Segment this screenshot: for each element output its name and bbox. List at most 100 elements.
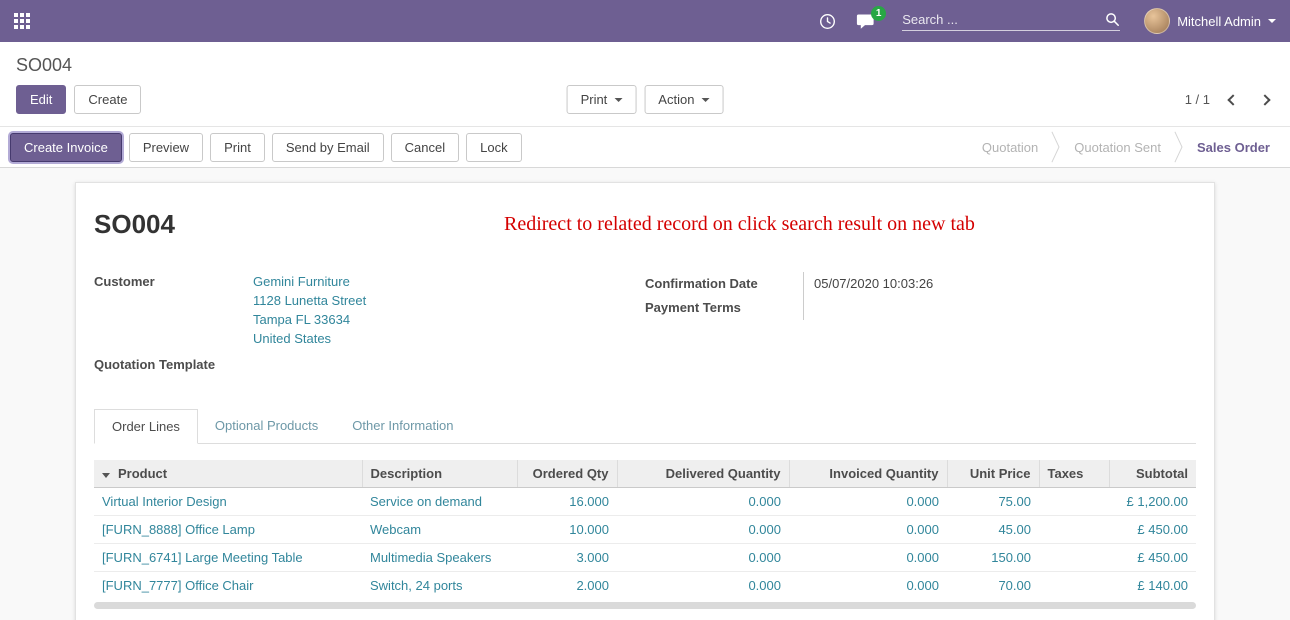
- cancel-button[interactable]: Cancel: [391, 133, 459, 162]
- cell-subtotal: £ 140.00: [1109, 572, 1196, 600]
- order-line-row[interactable]: [FURN_7777] Office Chair Switch, 24 port…: [94, 572, 1196, 600]
- column-header-ordered-qty[interactable]: Ordered Qty: [517, 460, 617, 488]
- center-actions: Print Action: [567, 85, 724, 114]
- customer-address-line: 1128 Lunetta Street: [253, 291, 645, 310]
- stage-separator: [1173, 132, 1185, 162]
- customer-label: Customer: [94, 272, 253, 291]
- action-dropdown[interactable]: Action: [644, 85, 723, 114]
- order-line-row[interactable]: Virtual Interior Design Service on deman…: [94, 488, 1196, 516]
- right-field-group: Confirmation Date Payment Terms 05/07/20…: [645, 272, 1196, 374]
- confirmation-date-label: Confirmation Date: [645, 272, 803, 296]
- order-line-row[interactable]: [FURN_8888] Office Lamp Webcam 10.000 0.…: [94, 516, 1196, 544]
- stage-separator: [1050, 132, 1062, 162]
- cell-taxes: [1039, 572, 1109, 600]
- table-header-row: Product Description Ordered Qty Delivere…: [94, 460, 1196, 488]
- top-navbar: 1 Mitchell Admin: [0, 0, 1290, 42]
- order-lines-table: Product Description Ordered Qty Delivere…: [94, 460, 1196, 599]
- stage-sales-order[interactable]: Sales Order: [1197, 140, 1270, 155]
- search-icon[interactable]: [1105, 12, 1120, 27]
- record-actions: Edit Create: [16, 85, 141, 114]
- preview-button[interactable]: Preview: [129, 133, 203, 162]
- pager: 1 / 1: [1185, 92, 1274, 107]
- record-sheet: SO004 Redirect to related record on clic…: [75, 182, 1215, 620]
- apps-menu-icon[interactable]: [14, 13, 30, 29]
- lock-button[interactable]: Lock: [466, 133, 521, 162]
- column-header-product[interactable]: Product: [94, 460, 362, 488]
- column-header-unit-price[interactable]: Unit Price: [947, 460, 1039, 488]
- cell-subtotal: £ 450.00: [1109, 516, 1196, 544]
- message-count-badge: 1: [871, 6, 886, 21]
- cell-delivered-qty: 0.000: [617, 488, 789, 516]
- cell-delivered-qty: 0.000: [617, 516, 789, 544]
- cell-description: Service on demand: [362, 488, 517, 516]
- field-groups: Customer Gemini Furniture 1128 Lunetta S…: [94, 272, 1196, 374]
- chevron-down-icon: [614, 98, 622, 102]
- cell-ordered-qty: 10.000: [517, 516, 617, 544]
- horizontal-scrollbar[interactable]: [94, 602, 1196, 609]
- create-invoice-button[interactable]: Create Invoice: [10, 133, 122, 162]
- sort-caret-icon: [102, 473, 110, 478]
- user-menu[interactable]: Mitchell Admin: [1144, 8, 1276, 34]
- cell-product: [FURN_7777] Office Chair: [94, 572, 362, 600]
- cell-ordered-qty: 16.000: [517, 488, 617, 516]
- cell-unit-price: 75.00: [947, 488, 1039, 516]
- cell-invoiced-qty: 0.000: [789, 572, 947, 600]
- statusbar: Create Invoice Preview Print Send by Ema…: [0, 126, 1290, 168]
- statusbar-buttons: Create Invoice Preview Print Send by Ema…: [10, 133, 522, 162]
- print-dropdown[interactable]: Print: [567, 85, 637, 114]
- column-header-delivered-quantity[interactable]: Delivered Quantity: [617, 460, 789, 488]
- cell-invoiced-qty: 0.000: [789, 544, 947, 572]
- search-box: [902, 12, 1120, 31]
- chevron-right-icon: [1259, 94, 1270, 105]
- cell-description: Multimedia Speakers: [362, 544, 517, 572]
- activity-clock-icon[interactable]: [819, 13, 836, 30]
- customer-address-line: Tampa FL 33634: [253, 310, 645, 329]
- cell-unit-price: 150.00: [947, 544, 1039, 572]
- cell-unit-price: 70.00: [947, 572, 1039, 600]
- customer-name-link[interactable]: Gemini Furniture: [253, 272, 645, 291]
- order-line-row[interactable]: [FURN_6741] Large Meeting Table Multimed…: [94, 544, 1196, 572]
- avatar: [1144, 8, 1170, 34]
- column-header-taxes[interactable]: Taxes: [1039, 460, 1109, 488]
- column-header-subtotal[interactable]: Subtotal: [1109, 460, 1196, 488]
- pager-next-button[interactable]: [1256, 93, 1274, 107]
- cell-description: Switch, 24 ports: [362, 572, 517, 600]
- create-button[interactable]: Create: [74, 85, 141, 114]
- notebook-tabs: Order Lines Optional Products Other Info…: [94, 408, 1196, 444]
- topbar-right: 1 Mitchell Admin: [799, 8, 1276, 34]
- stage-quotation-sent[interactable]: Quotation Sent: [1074, 140, 1161, 155]
- tab-optional-products[interactable]: Optional Products: [198, 409, 335, 444]
- search-input[interactable]: [902, 12, 1105, 27]
- confirmation-date-value: 05/07/2020 10:03:26: [814, 272, 1196, 296]
- chevron-left-icon: [1227, 94, 1238, 105]
- cell-taxes: [1039, 488, 1109, 516]
- pager-previous-button[interactable]: [1224, 93, 1242, 107]
- breadcrumb: SO004: [0, 42, 1290, 80]
- edit-button[interactable]: Edit: [16, 85, 66, 114]
- column-header-invoiced-quantity[interactable]: Invoiced Quantity: [789, 460, 947, 488]
- chevron-down-icon: [701, 98, 709, 102]
- stage-quotation[interactable]: Quotation: [982, 140, 1038, 155]
- cell-invoiced-qty: 0.000: [789, 488, 947, 516]
- payment-terms-label: Payment Terms: [645, 296, 803, 320]
- tab-other-information[interactable]: Other Information: [335, 409, 470, 444]
- cell-ordered-qty: 2.000: [517, 572, 617, 600]
- control-panel: Edit Create Print Action 1 / 1: [0, 80, 1290, 126]
- left-field-group: Customer Gemini Furniture 1128 Lunetta S…: [94, 272, 645, 374]
- cell-product: Virtual Interior Design: [94, 488, 362, 516]
- cell-ordered-qty: 3.000: [517, 544, 617, 572]
- chevron-down-icon: [1268, 19, 1276, 23]
- messages-icon[interactable]: 1: [856, 13, 876, 30]
- cell-subtotal: £ 450.00: [1109, 544, 1196, 572]
- cell-description: Webcam: [362, 516, 517, 544]
- cell-product: [FURN_8888] Office Lamp: [94, 516, 362, 544]
- print-button[interactable]: Print: [210, 133, 265, 162]
- cell-product: [FURN_6741] Large Meeting Table: [94, 544, 362, 572]
- cell-taxes: [1039, 544, 1109, 572]
- send-by-email-button[interactable]: Send by Email: [272, 133, 384, 162]
- column-header-description[interactable]: Description: [362, 460, 517, 488]
- tab-order-lines[interactable]: Order Lines: [94, 409, 198, 444]
- cell-delivered-qty: 0.000: [617, 544, 789, 572]
- quotation-template-label: Quotation Template: [94, 355, 253, 374]
- annotation-note: Redirect to related record on click sear…: [504, 213, 975, 236]
